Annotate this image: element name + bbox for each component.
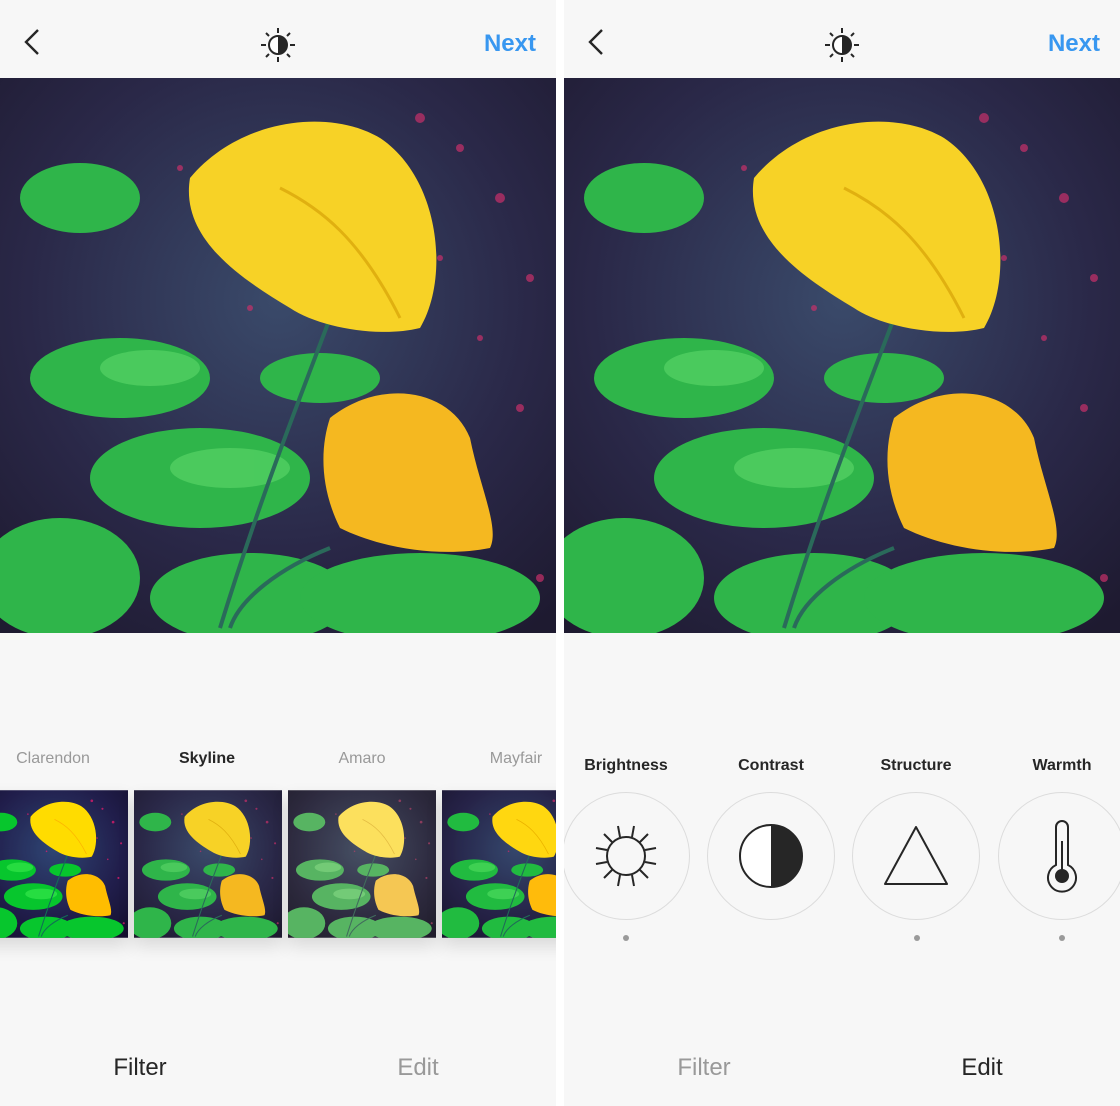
next-button[interactable]: Next: [484, 30, 536, 58]
contrast-icon: [739, 824, 803, 888]
warmth-adjusted-dot: [1059, 935, 1065, 941]
tool-label-structure: Structure: [880, 757, 952, 774]
tab-edit[interactable]: Edit: [912, 1054, 1052, 1082]
top-bar: Next: [0, 0, 556, 78]
tab-edit[interactable]: Edit: [348, 1054, 488, 1082]
lux-sun-icon[interactable]: [822, 26, 862, 64]
filter-label-clarendon: Clarendon: [16, 750, 90, 767]
photo-preview: [0, 78, 556, 633]
chevron-left-icon[interactable]: [18, 26, 48, 58]
bottom-tabs: Filter Edit: [564, 1040, 1120, 1100]
tool-structure-button[interactable]: [852, 792, 980, 920]
thermometer-icon: [1047, 820, 1077, 893]
tab-filter[interactable]: Filter: [70, 1054, 210, 1082]
filter-thumb-amaro[interactable]: [288, 790, 436, 938]
tool-label-brightness: Brightness: [584, 757, 668, 774]
photo-preview: [564, 78, 1120, 633]
tool-label-warmth: Warmth: [1032, 757, 1092, 774]
tool-brightness-button[interactable]: [564, 792, 690, 920]
brightness-adjusted-dot: [623, 935, 629, 941]
filter-strip: Clarendon Skyline Amaro Mayfair: [0, 740, 556, 940]
bottom-tabs: Filter Edit: [0, 1040, 556, 1100]
edit-tools: Brightness Contrast Structure Warmth: [564, 755, 1120, 955]
top-bar: Next: [564, 0, 1120, 78]
edit-screen: Next Brightness Contrast Structure Warmt…: [564, 0, 1120, 1106]
tool-contrast-button[interactable]: [707, 792, 835, 920]
next-button[interactable]: Next: [1048, 30, 1100, 58]
structure-adjusted-dot: [914, 935, 920, 941]
tab-filter[interactable]: Filter: [634, 1054, 774, 1082]
filter-thumb-skyline[interactable]: [134, 790, 282, 938]
lux-sun-icon[interactable]: [258, 26, 298, 64]
tool-label-contrast: Contrast: [738, 757, 804, 774]
filter-label-amaro: Amaro: [338, 750, 386, 767]
triangle-icon: [884, 826, 948, 885]
filter-thumb-clarendon[interactable]: [0, 790, 128, 938]
chevron-left-icon[interactable]: [582, 26, 612, 58]
filter-label-mayfair: Mayfair: [489, 750, 543, 767]
filter-thumb-mayfair[interactable]: [442, 790, 556, 938]
filter-screen: Next Clarendon Skyline Amaro Mayfair Fil…: [0, 0, 556, 1106]
sun-icon: [595, 825, 657, 887]
tool-warmth-button[interactable]: [998, 792, 1120, 920]
filter-label-skyline: Skyline: [178, 750, 236, 767]
